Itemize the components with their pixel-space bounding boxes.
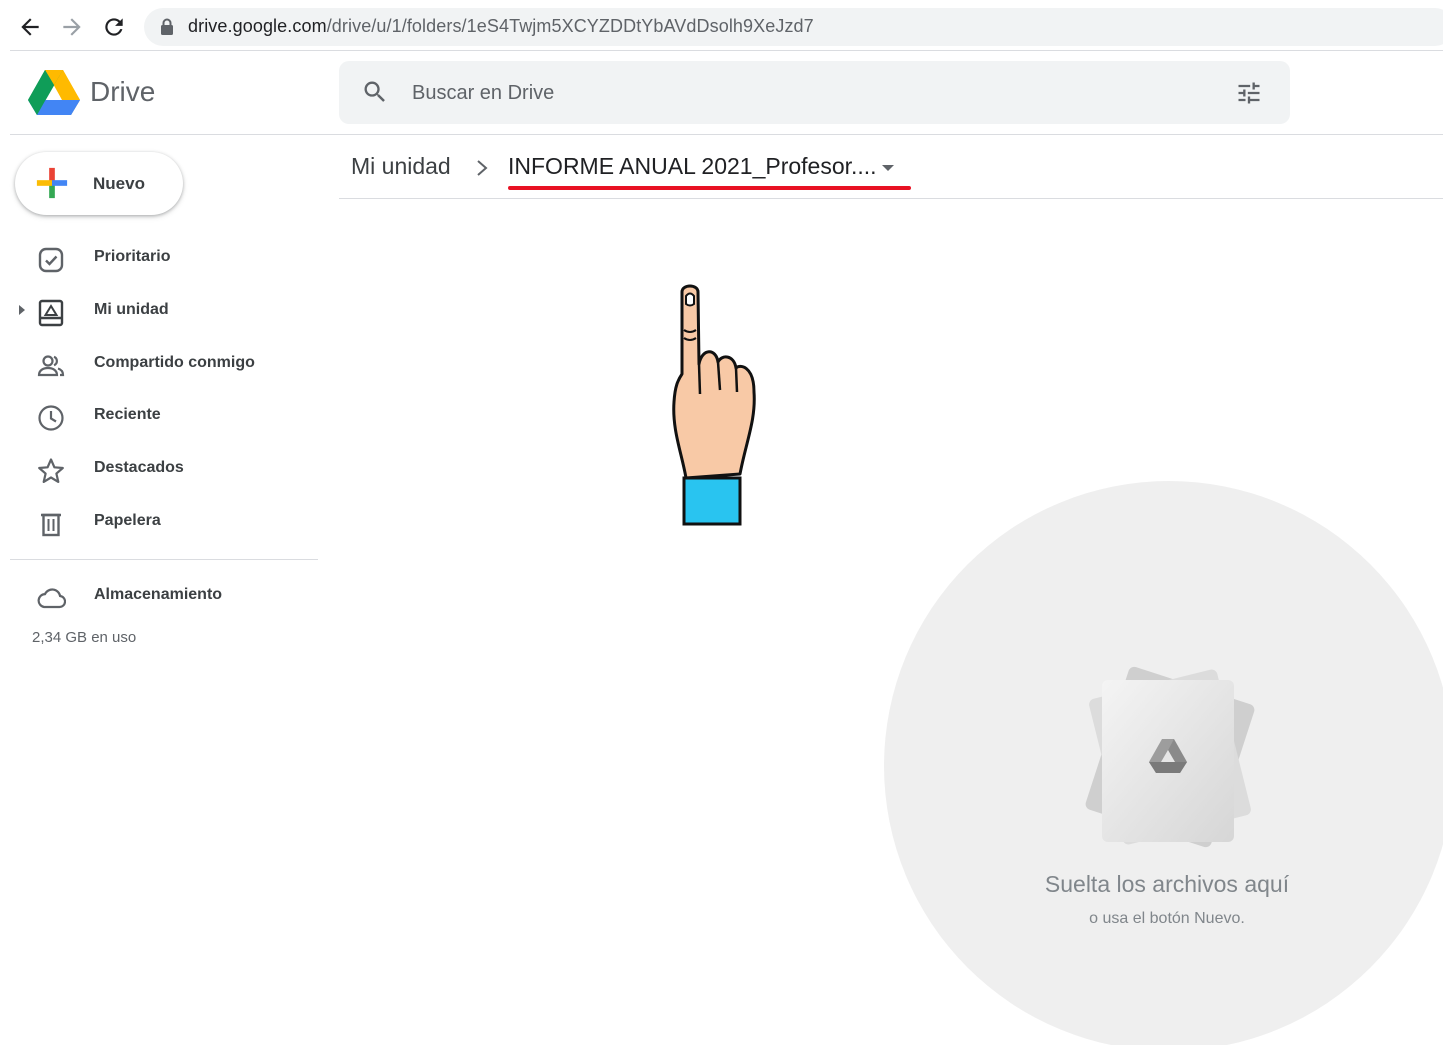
shared-people-icon: [37, 355, 65, 377]
sidebar-divider: [10, 559, 318, 560]
my-drive-icon: [38, 299, 64, 327]
sidebar-item-starred[interactable]: Destacados: [0, 445, 320, 493]
reload-icon: [105, 18, 123, 36]
storage-label: Almacenamiento: [94, 586, 223, 603]
sidebar-item-label: Compartido conmigo: [94, 354, 255, 371]
sidebar-item-label: Destacados: [94, 459, 184, 476]
breadcrumb-my-drive[interactable]: Mi unidad: [351, 153, 451, 180]
pointing-hand-icon: [672, 284, 756, 526]
sidebar-item-shared[interactable]: Compartido conmigo: [0, 340, 320, 388]
star-icon: [38, 458, 64, 483]
new-button-label: Nuevo: [93, 174, 145, 193]
lock-icon: [161, 18, 173, 35]
content-divider: [339, 198, 1443, 199]
header-divider: [10, 134, 1443, 135]
search-input[interactable]: [412, 75, 1192, 111]
expand-arrow-icon[interactable]: [16, 303, 28, 317]
url-path: /drive/u/1/folders/1eS4Twjm5XCYZDDtYbAVd…: [326, 16, 814, 36]
sidebar-item-label: Prioritario: [94, 248, 171, 265]
drive-app-window: drive.google.com/drive/u/1/folders/1eS4T…: [0, 0, 1443, 1045]
priority-check-icon: [38, 247, 64, 273]
back-button[interactable]: [13, 10, 47, 44]
breadcrumb-current-folder[interactable]: INFORME ANUAL 2021_Profesor....: [508, 153, 877, 180]
browser-divider: [10, 50, 1443, 51]
storage-usage: 2,34 GB en uso: [32, 629, 137, 646]
clock-icon: [38, 405, 64, 431]
plus-icon: [36, 167, 68, 199]
address-bar[interactable]: drive.google.com/drive/u/1/folders/1eS4T…: [144, 8, 1443, 46]
search-options-icon[interactable]: [1235, 79, 1263, 107]
drive-file-stack-icon: [1085, 666, 1255, 848]
sidebar-item-label: Papelera: [94, 512, 161, 529]
arrow-right-icon: [63, 18, 81, 36]
arrow-left-icon: [21, 18, 39, 36]
app-name: Drive: [90, 76, 156, 107]
sidebar-item-storage[interactable]: Almacenamiento: [0, 572, 320, 620]
drop-zone-subtitle: o usa el botón Nuevo.: [1089, 910, 1245, 927]
new-button[interactable]: Nuevo: [15, 152, 183, 215]
chevron-right-icon: [477, 160, 488, 176]
reload-button[interactable]: [97, 10, 131, 44]
browser-toolbar: drive.google.com/drive/u/1/folders/1eS4T…: [0, 0, 1443, 52]
search-bar[interactable]: [339, 61, 1290, 124]
search-icon[interactable]: [361, 78, 389, 106]
sidebar-item-recent[interactable]: Reciente: [0, 392, 320, 440]
highlight-underline: [508, 186, 911, 190]
caret-down-icon[interactable]: [880, 162, 896, 174]
sidebar-item-my-drive[interactable]: Mi unidad: [0, 287, 320, 335]
sidebar-item-label: Reciente: [94, 406, 161, 423]
sidebar-item-label: Mi unidad: [94, 301, 169, 318]
url-text: drive.google.com/drive/u/1/folders/1eS4T…: [188, 16, 814, 37]
trash-icon: [41, 513, 61, 537]
drive-logo-icon[interactable]: [28, 68, 80, 116]
url-host: drive.google.com: [188, 16, 327, 36]
cloud-icon: [37, 588, 66, 609]
sidebar-item-priority[interactable]: Prioritario: [0, 234, 320, 282]
forward-button[interactable]: [55, 10, 89, 44]
sidebar-item-trash[interactable]: Papelera: [0, 498, 320, 546]
drop-zone-title: Suelta los archivos aquí: [1044, 871, 1290, 897]
